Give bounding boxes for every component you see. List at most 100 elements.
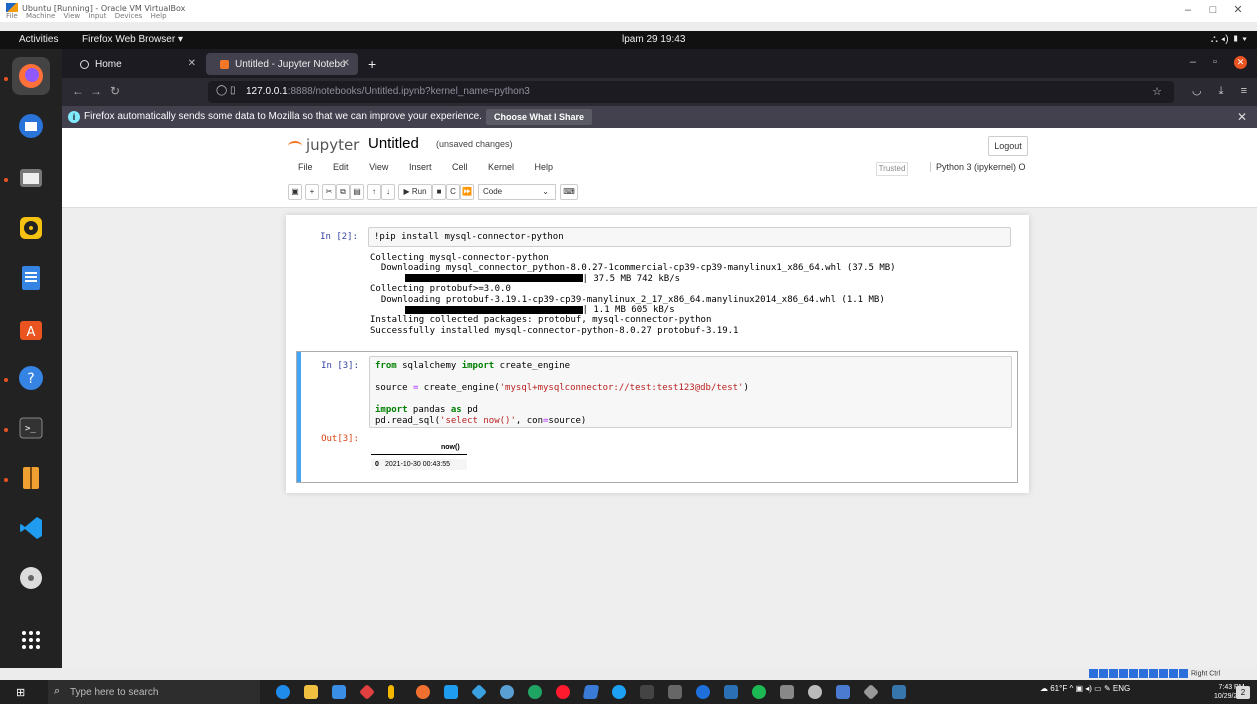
jupyter-logo[interactable]: jupyter [288, 136, 359, 154]
archive-icon[interactable] [12, 459, 50, 497]
menu-view[interactable]: View [369, 162, 388, 172]
pycharm-icon[interactable] [892, 685, 906, 699]
menu-view[interactable]: View [64, 12, 81, 20]
grid-app-icon[interactable] [724, 685, 738, 699]
volume-icon[interactable]: ◂) [1085, 684, 1092, 693]
spotify-icon[interactable] [752, 685, 766, 699]
network-tray-icon[interactable]: ▣ [1075, 684, 1083, 693]
cell-type-select[interactable]: Code ⌄ [478, 184, 556, 200]
forward-icon[interactable]: → [90, 84, 102, 98]
tracking-protection-icon[interactable]: ◯ ▯ [216, 85, 235, 96]
pocket-icon[interactable]: ◡ [1192, 85, 1202, 97]
close-notice-icon[interactable]: ✕ [1237, 110, 1247, 124]
menu-file[interactable]: File [298, 162, 313, 172]
trusted-indicator[interactable]: Trusted [876, 162, 908, 176]
terminal-icon[interactable]: >_ [12, 409, 50, 447]
move-down-icon[interactable]: ↓ [381, 184, 395, 200]
notification-center-icon[interactable]: 2 [1236, 686, 1250, 699]
menu-help[interactable]: Help [535, 162, 554, 172]
maximize-button[interactable]: □ [1202, 4, 1224, 16]
menu-insert[interactable]: Insert [409, 162, 432, 172]
menu-input[interactable]: Input [88, 12, 106, 20]
move-up-icon[interactable]: ↑ [367, 184, 381, 200]
tab-home[interactable]: Home ✕ [66, 53, 204, 75]
save-icon[interactable]: ▣ [288, 184, 302, 200]
vscode-icon[interactable] [12, 509, 50, 547]
close-button[interactable]: ✕ [1227, 3, 1249, 16]
menu-file[interactable]: File [6, 12, 18, 20]
firefox-taskbar-icon[interactable] [416, 685, 430, 699]
tray-overflow-icon[interactable]: ^ [1069, 684, 1073, 693]
url-text[interactable]: 127.0.0.1:8888/notebooks/Untitled.ipynb?… [246, 86, 530, 97]
git-icon[interactable] [359, 684, 375, 700]
command-palette-icon[interactable]: ⌨ [560, 184, 578, 200]
battery-icon[interactable]: ▭ [1094, 684, 1102, 693]
vs-icon[interactable] [582, 685, 600, 699]
hamburger-menu-icon[interactable]: ≡ [1241, 85, 1247, 97]
hdd-icon[interactable] [1089, 669, 1098, 678]
interrupt-icon[interactable]: ■ [432, 184, 446, 200]
choose-what-i-share-button[interactable]: Choose What I Share [486, 109, 593, 125]
vscode-taskbar-icon[interactable] [444, 685, 458, 699]
firefox-icon[interactable] [12, 57, 50, 95]
minimize-button[interactable]: – [1177, 4, 1199, 16]
restore-icon[interactable]: ▫ [1213, 56, 1217, 68]
help-icon[interactable]: ? [12, 359, 50, 397]
edge-icon[interactable] [276, 685, 290, 699]
windows-start-icon[interactable]: ⊞ [16, 686, 25, 699]
show-apps-icon[interactable] [12, 621, 50, 659]
menu-cell[interactable]: Cell [452, 162, 468, 172]
opera-icon[interactable] [556, 685, 570, 699]
file-explorer-icon[interactable] [304, 685, 318, 699]
close-window-icon[interactable]: ✕ [1234, 56, 1247, 69]
chrome-icon[interactable] [528, 685, 542, 699]
cut-icon[interactable]: ✂ [322, 184, 336, 200]
rhythmbox-icon[interactable] [12, 209, 50, 247]
code-cell[interactable]: In [2]: !pip install mysql-connector-pyt… [296, 225, 1018, 345]
insert-cell-icon[interactable]: + [305, 184, 319, 200]
bolt-icon[interactable] [388, 685, 394, 699]
url-bar[interactable]: ◯ ▯ 127.0.0.1:8888/notebooks/Untitled.ip… [208, 81, 1174, 103]
taskbar-search[interactable]: ⌕ Type here to search [48, 680, 260, 704]
selected-code-cell[interactable]: In [3]: from sqlalchemy import create_en… [296, 351, 1018, 483]
reload-icon[interactable]: ↻ [110, 84, 120, 98]
writer-icon[interactable] [12, 259, 50, 297]
mw-icon[interactable] [640, 685, 654, 699]
software-center-icon[interactable]: A [12, 309, 50, 347]
system-menu[interactable]: ⛬ ◂) ▮ ▾ [1211, 34, 1247, 45]
docker-icon[interactable] [500, 685, 514, 699]
network-icon[interactable] [1119, 669, 1128, 678]
pen-icon[interactable]: ✎ [1104, 684, 1111, 693]
app-menu[interactable]: Firefox Web Browser ▾ [82, 34, 183, 45]
activities-button[interactable]: Activities [19, 34, 58, 45]
app-icon[interactable] [696, 685, 710, 699]
mysql-workbench-icon[interactable] [836, 685, 850, 699]
weather-temp[interactable]: 61°F [1050, 684, 1067, 693]
audio-icon[interactable] [1109, 669, 1118, 678]
clock[interactable]: lpam 29 19:43 [622, 34, 685, 45]
settings-icon[interactable] [808, 685, 822, 699]
menu-devices[interactable]: Devices [115, 12, 143, 20]
language-indicator[interactable]: ENG [1113, 684, 1130, 693]
optical-icon[interactable] [1099, 669, 1108, 678]
restart-run-all-icon[interactable]: ⏩ [460, 184, 474, 200]
git-kraken-icon[interactable] [863, 684, 879, 700]
kernel-indicator[interactable]: Python 3 (ipykernel) O [930, 162, 1026, 172]
cell-input[interactable]: !pip install mysql-connector-python [368, 227, 1011, 247]
tab-jupyter[interactable]: Untitled - Jupyter Notebo ✕ + [206, 53, 376, 75]
menu-kernel[interactable]: Kernel [488, 162, 514, 172]
mail-icon[interactable] [332, 685, 346, 699]
new-tab-icon[interactable]: + [368, 56, 376, 72]
thunderbird-icon[interactable] [12, 107, 50, 145]
logout-button[interactable]: Logout [988, 136, 1028, 156]
dart-icon[interactable] [471, 684, 487, 700]
cell-input[interactable]: from sqlalchemy import create_engine sou… [369, 356, 1012, 428]
back-icon[interactable]: ← [72, 84, 84, 98]
recording-icon[interactable] [1159, 669, 1168, 678]
cpu-icon[interactable] [1169, 669, 1178, 678]
calc-icon[interactable] [668, 685, 682, 699]
minimize-icon[interactable]: – [1190, 56, 1196, 68]
close-tab-icon[interactable]: ✕ [188, 58, 196, 69]
bookmark-star-icon[interactable]: ☆ [1152, 85, 1162, 98]
close-tab-icon[interactable]: ✕ [342, 58, 350, 69]
